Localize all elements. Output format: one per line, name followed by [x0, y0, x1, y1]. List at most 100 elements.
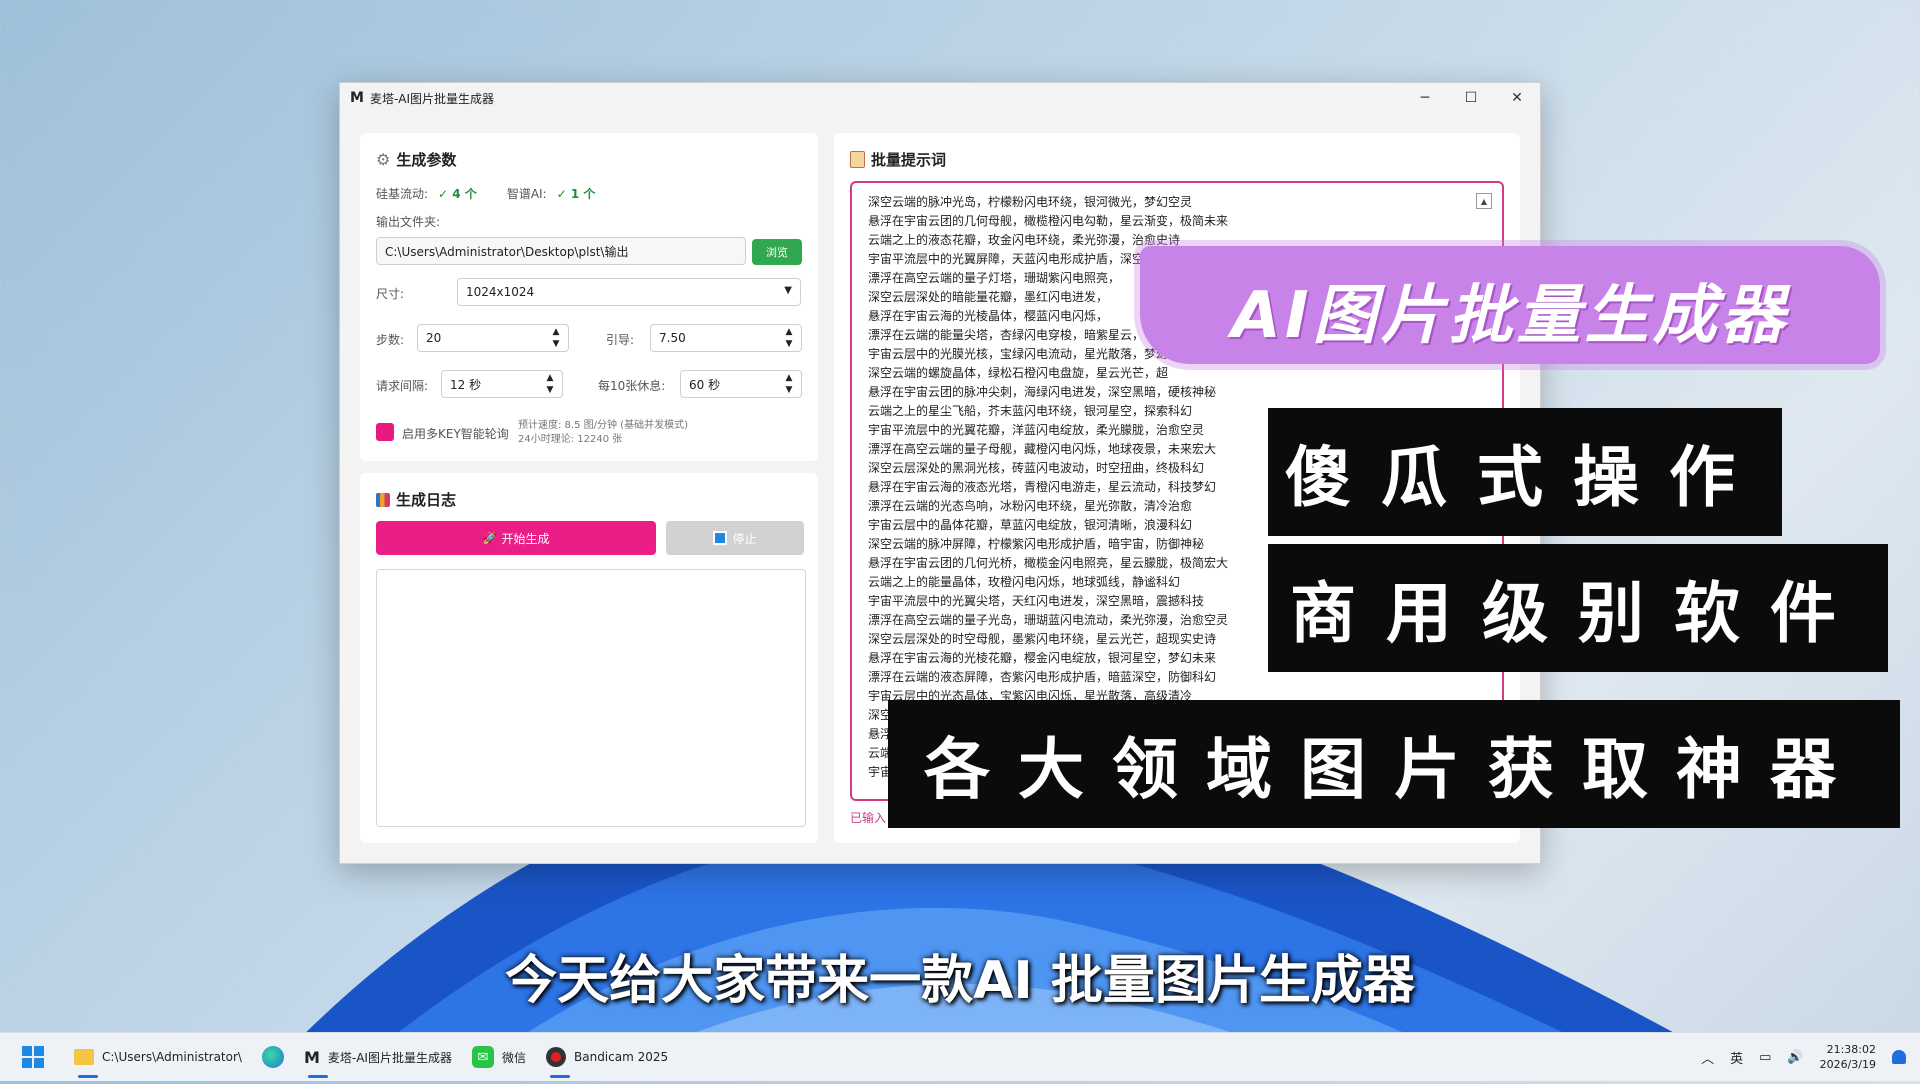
prompt-count-label: 已输入: [850, 811, 887, 825]
taskbar-edge[interactable]: [252, 1033, 294, 1081]
wechat-label: 微信: [501, 1050, 526, 1065]
api-status-row: 硅基流动: ✓ 4 个 智谱AI: ✓ 1 个: [376, 185, 625, 202]
prompt-line: 悬浮在宇宙云团的脉冲尖刺，海绿闪电进发，深空黑暗，硬核神秘: [868, 385, 1217, 399]
chevron-up-icon[interactable]: ︿: [1701, 1048, 1714, 1067]
silicon-status: ✓ 4 个: [438, 187, 477, 201]
title-bar: M 麦塔-AI图片批量生成器 ─ ☐ ✕: [340, 83, 1540, 113]
zhipu-label: 智谱AI:: [506, 187, 547, 201]
stepper-arrows-icon[interactable]: ▲ ▼: [542, 373, 558, 395]
edge-icon: [261, 1046, 284, 1068]
prompt-line: 悬浮在宇宙云团的几何母舰，橄榄橙闪电勾勒，星云渐变，极简未来: [868, 214, 1229, 228]
prompt-line: 悬浮在宇宙云海的液态光塔，青橙闪电游走，星云流动，科技梦幻: [868, 480, 1217, 494]
memo-icon: [850, 151, 865, 168]
wechat-icon: ✉: [471, 1046, 494, 1068]
multikey-checkbox[interactable]: [376, 423, 394, 441]
log-title: 生成日志: [376, 489, 456, 510]
promo-line-1: 傻瓜式操作: [1268, 408, 1782, 536]
windows-start-icon[interactable]: [22, 1046, 44, 1068]
promo-line-2: 商用级别软件: [1268, 544, 1888, 672]
steps-stepper[interactable]: 20 ▲ ▼: [417, 324, 569, 352]
app-logo-icon: M: [350, 90, 364, 106]
taskbar-app[interactable]: M 麦塔-AI图片批量生成器: [294, 1033, 462, 1081]
prompts-title-text: 批量提示词: [871, 151, 947, 169]
prompt-line: 宇宙云层中的晶体花瓣，草蓝闪电绽放，银河清晰，浪漫科幻: [868, 518, 1193, 532]
log-title-text: 生成日志: [396, 491, 457, 509]
multikey-label: 启用多KEY智能轮询: [402, 427, 509, 441]
interval-value: 12 秒: [450, 377, 482, 392]
prompt-line: 云端之上的能量晶体，玫橙闪电闪烁，地球弧线，静谧科幻: [868, 575, 1181, 589]
minimize-button[interactable]: ─: [1402, 83, 1448, 113]
start-button[interactable]: 🚀 开始生成: [376, 521, 656, 555]
prompt-line: 悬浮在宇宙云团的几何光桥，橄榄金闪电照亮，星云朦胧，极简宏大: [868, 556, 1229, 570]
prompt-line: 漂浮在云端的液态屏障，杏紫闪电形成护盾，暗蓝深空，防御科幻: [868, 670, 1217, 684]
stepper-arrows-icon[interactable]: ▲ ▼: [781, 373, 797, 395]
app-label: 麦塔-AI图片批量生成器: [327, 1050, 452, 1065]
rocket-icon: 🚀: [482, 531, 498, 545]
taskbar-wechat[interactable]: ✉ 微信: [462, 1033, 536, 1081]
prompt-line: 悬浮在宇宙云海的光棱花瓣，樱金闪电绽放，银河星空，梦幻未来: [868, 651, 1217, 665]
folder-icon: [74, 1049, 94, 1065]
output-path-field[interactable]: C:\Users\Administrator\Desktop\plst\输出: [376, 237, 746, 265]
video-subtitle: 今天给大家带来一款AI 批量图片生成器: [505, 951, 1415, 1011]
params-panel: ⚙ 生成参数 硅基流动: ✓ 4 个 智谱AI: ✓ 1 个 输出文件夹: C:…: [360, 133, 818, 461]
log-panel: 生成日志 🚀 开始生成 停止: [360, 473, 818, 843]
daily-note: 24小时理论: 12240 张: [518, 434, 623, 445]
output-label: 输出文件夹:: [376, 215, 441, 229]
prompt-line: 云端之上的星尘飞船，芥末蓝闪电环绕，银河星空，探索科幻: [868, 404, 1193, 418]
stop-icon: [713, 531, 728, 545]
promo-line-3: 各大领域图片获取神器: [888, 700, 1900, 828]
record-icon: [546, 1047, 566, 1067]
promo-headline: AI图片批量生成器: [1231, 279, 1789, 353]
size-select[interactable]: 1024x1024 ▼: [457, 278, 801, 306]
rest-label: 每10张休息:: [598, 379, 666, 393]
volume-icon[interactable]: 🔊: [1787, 1050, 1803, 1065]
taskbar-explorer[interactable]: C:\Users\Administrator\: [64, 1033, 252, 1081]
prompt-line: 深空云层深处的时空母舰，墨紫闪电环绕，星云光芒，超现实史诗: [868, 632, 1217, 646]
scroll-up-icon[interactable]: ▲: [1476, 193, 1492, 209]
clock-time: 21:38:02: [1826, 1043, 1876, 1056]
prompt-line: 深空云端的脉冲光岛，柠檬粉闪电环绕，银河微光，梦幻空灵: [868, 195, 1193, 209]
promo-headline-banner: AI图片批量生成器: [1140, 246, 1880, 364]
stepper-arrows-icon[interactable]: ▲ ▼: [548, 327, 564, 349]
clock[interactable]: 21:38:02 2026/3/19: [1820, 1042, 1876, 1072]
taskbar-bandicam[interactable]: Bandicam 2025: [536, 1033, 678, 1081]
silicon-label: 硅基流动:: [376, 187, 429, 201]
params-title-text: 生成参数: [396, 151, 457, 169]
steps-value: 20: [426, 331, 442, 345]
ime-indicator[interactable]: 英: [1730, 1048, 1743, 1067]
prompts-title: 批量提示词: [850, 149, 946, 170]
interval-stepper[interactable]: 12 秒 ▲ ▼: [441, 370, 563, 398]
notification-icon[interactable]: [1892, 1050, 1906, 1064]
system-tray: ︿ 英 ▭ 🔊 21:38:02 2026/3/19: [1701, 1042, 1920, 1072]
log-output[interactable]: [376, 569, 806, 827]
gear-icon: ⚙: [376, 150, 391, 169]
guidance-label: 引导:: [606, 333, 635, 347]
maximize-button[interactable]: ☐: [1448, 83, 1494, 113]
speed-note: 预计速度: 8.5 图/分钟 (基础并发模式): [518, 420, 688, 431]
chart-icon: [376, 492, 390, 507]
speed-estimate: 预计速度: 8.5 图/分钟 (基础并发模式) 24小时理论: 12240 张: [518, 419, 688, 447]
prompt-line: 宇宙平流层中的光翼花瓣，洋蓝闪电绽放，柔光朦胧，治愈空灵: [868, 423, 1205, 437]
prompt-line: 深空云端的脉冲屏障，柠檬紫闪电形成护盾，暗宇宙，防御神秘: [868, 537, 1205, 551]
app-logo-icon: M: [303, 1047, 320, 1067]
prompt-line: 漂浮在高空云端的量子光岛，珊瑚蓝闪电流动，柔光弥漫，治愈空灵: [868, 613, 1229, 627]
clock-date: 2026/3/19: [1819, 1058, 1876, 1071]
rest-stepper[interactable]: 60 秒 ▲ ▼: [680, 370, 802, 398]
stepper-arrows-icon[interactable]: ▲ ▼: [781, 327, 797, 349]
prompt-line: 深空云端的螺旋晶体，绿松石橙闪电盘旋，星云光芒，超: [868, 366, 1169, 380]
interval-label: 请求间隔:: [376, 379, 429, 393]
taskbar: C:\Users\Administrator\ M 麦塔-AI图片批量生成器 ✉…: [0, 1032, 1920, 1081]
start-label: 开始生成: [501, 531, 550, 546]
prompt-line: 漂浮在高空云端的量子母舰，藏橙闪电闪烁，地球夜景，未来宏大: [868, 442, 1217, 456]
window-title: 麦塔-AI图片批量生成器: [369, 91, 495, 106]
prompt-line: 深空云层深处的黑洞光核，砖蓝闪电波动，时空扭曲，终极科幻: [868, 461, 1205, 475]
prompt-line: 宇宙平流层中的光翼尖塔，天红闪电进发，深空黑暗，震撼科技: [868, 594, 1205, 608]
stop-label: 停止: [732, 531, 757, 546]
browse-button[interactable]: 浏览: [752, 239, 802, 265]
guidance-stepper[interactable]: 7.50 ▲ ▼: [650, 324, 802, 352]
close-button[interactable]: ✕: [1494, 83, 1540, 113]
zhipu-status: ✓ 1 个: [556, 187, 596, 201]
bandicam-label: Bandicam 2025: [574, 1050, 669, 1064]
stop-button[interactable]: 停止: [666, 521, 804, 555]
network-icon[interactable]: ▭: [1759, 1050, 1771, 1065]
